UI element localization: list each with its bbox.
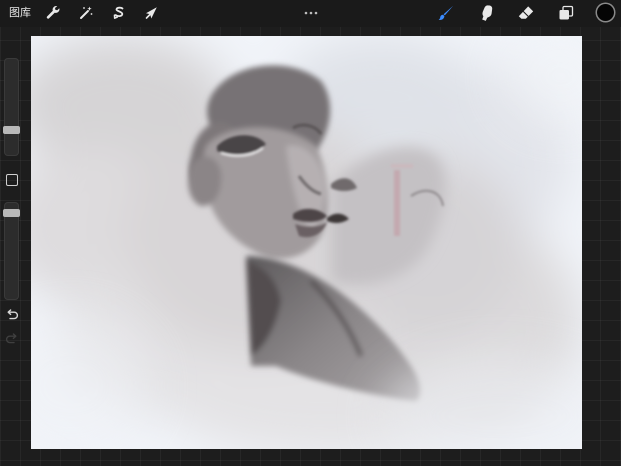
brush-size-slider[interactable]	[3, 58, 20, 156]
transform-button[interactable]	[143, 4, 161, 22]
magic-wand-icon	[80, 6, 93, 19]
redo-button[interactable]	[5, 333, 19, 345]
eraser-tool-button[interactable]	[517, 4, 535, 22]
left-sidebar	[1, 50, 22, 350]
painting-artwork	[31, 36, 582, 449]
brush-size-thumb[interactable]	[3, 126, 20, 134]
modify-button[interactable]	[6, 174, 18, 186]
brush-opacity-slider[interactable]	[3, 202, 20, 300]
color-picker-button[interactable]	[597, 4, 614, 21]
adjustments-button[interactable]	[77, 4, 95, 22]
brush-opacity-thumb[interactable]	[3, 209, 20, 217]
arrow-cursor-icon	[145, 7, 157, 19]
brush-tool-button[interactable]	[437, 4, 455, 22]
eraser-icon	[518, 6, 534, 19]
selection-s-icon	[113, 6, 124, 19]
layers-button[interactable]	[557, 4, 575, 22]
more-options-button[interactable]	[303, 3, 319, 15]
smudge-finger-icon	[482, 5, 493, 21]
wrench-icon	[46, 6, 60, 19]
procreate-app: 图库	[0, 0, 621, 466]
drawing-canvas[interactable]	[31, 36, 582, 449]
layers-icon	[559, 5, 574, 20]
more-dots-icon	[304, 11, 318, 15]
redo-arrow-icon	[5, 333, 17, 344]
actions-button[interactable]	[44, 4, 62, 22]
gallery-button[interactable]: 图库	[9, 6, 31, 20]
brush-icon	[438, 5, 454, 20]
undo-arrow-icon	[7, 309, 19, 320]
selection-button[interactable]	[110, 4, 128, 22]
top-toolbar: 图库	[0, 0, 621, 27]
smudge-tool-button[interactable]	[477, 4, 495, 22]
undo-button[interactable]	[5, 309, 19, 321]
